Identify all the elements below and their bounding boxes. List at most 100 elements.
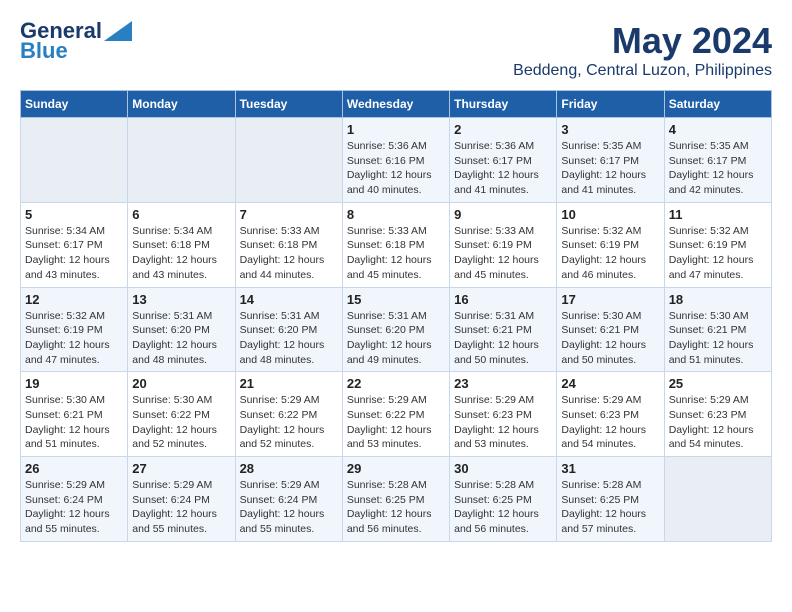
title-block: May 2024 Beddeng, Central Luzon, Philipp… [513,20,772,80]
logo: General Blue [20,20,132,62]
day-cell: 23 Sunrise: 5:29 AM Sunset: 6:23 PM Dayli… [450,372,557,457]
weekday-header-sunday: Sunday [21,91,128,118]
day-cell: 29 Sunrise: 5:28 AM Sunset: 6:25 PM Dayli… [342,457,449,542]
day-info: Sunrise: 5:31 AM Sunset: 6:20 PM Dayligh… [240,309,338,368]
weekday-header-thursday: Thursday [450,91,557,118]
day-number: 6 [132,207,230,222]
day-number: 21 [240,376,338,391]
day-number: 11 [669,207,767,222]
day-info: Sunrise: 5:29 AM Sunset: 6:24 PM Dayligh… [25,478,123,537]
day-info: Sunrise: 5:35 AM Sunset: 6:17 PM Dayligh… [669,139,767,198]
day-number: 12 [25,292,123,307]
day-cell: 16Sunrise: 5:31 AM Sunset: 6:21 PM Dayli… [450,287,557,372]
day-number: 14 [240,292,338,307]
day-cell: 14 Sunrise: 5:31 AM Sunset: 6:20 PM Dayli… [235,287,342,372]
day-cell: 21 Sunrise: 5:29 AM Sunset: 6:22 PM Dayli… [235,372,342,457]
day-number: 1 [347,122,445,137]
day-info: Sunrise: 5:30 AM Sunset: 6:22 PM Dayligh… [132,393,230,452]
day-number: 25 [669,376,767,391]
day-cell: 30Sunrise: 5:28 AM Sunset: 6:25 PM Dayli… [450,457,557,542]
day-cell [235,118,342,203]
day-cell: 1 Sunrise: 5:36 AM Sunset: 6:16 PM Daylig… [342,118,449,203]
day-number: 3 [561,122,659,137]
page-header: General Blue May 2024 Beddeng, Central L… [20,20,772,80]
day-number: 22 [347,376,445,391]
day-info: Sunrise: 5:36 AM Sunset: 6:17 PM Dayligh… [454,139,552,198]
day-info: Sunrise: 5:31 AM Sunset: 6:20 PM Dayligh… [347,309,445,368]
day-number: 26 [25,461,123,476]
day-number: 20 [132,376,230,391]
day-info: Sunrise: 5:33 AM Sunset: 6:19 PM Dayligh… [454,224,552,283]
day-cell: 25 Sunrise: 5:29 AM Sunset: 6:23 PM Dayli… [664,372,771,457]
day-cell: 8Sunrise: 5:33 AM Sunset: 6:18 PM Daylig… [342,202,449,287]
day-cell: 26 Sunrise: 5:29 AM Sunset: 6:24 PM Dayli… [21,457,128,542]
day-number: 7 [240,207,338,222]
day-number: 27 [132,461,230,476]
day-info: Sunrise: 5:28 AM Sunset: 6:25 PM Dayligh… [561,478,659,537]
day-cell: 4 Sunrise: 5:35 AM Sunset: 6:17 PM Daylig… [664,118,771,203]
day-cell: 13Sunrise: 5:31 AM Sunset: 6:20 PM Dayli… [128,287,235,372]
day-cell: 19 Sunrise: 5:30 AM Sunset: 6:21 PM Dayli… [21,372,128,457]
day-info: Sunrise: 5:32 AM Sunset: 6:19 PM Dayligh… [561,224,659,283]
day-info: Sunrise: 5:32 AM Sunset: 6:19 PM Dayligh… [669,224,767,283]
day-info: Sunrise: 5:36 AM Sunset: 6:16 PM Dayligh… [347,139,445,198]
logo-icon [104,21,132,41]
day-number: 8 [347,207,445,222]
day-info: Sunrise: 5:30 AM Sunset: 6:21 PM Dayligh… [25,393,123,452]
day-info: Sunrise: 5:29 AM Sunset: 6:22 PM Dayligh… [240,393,338,452]
weekday-header-wednesday: Wednesday [342,91,449,118]
day-cell: 24 Sunrise: 5:29 AM Sunset: 6:23 PM Dayli… [557,372,664,457]
day-cell: 20 Sunrise: 5:30 AM Sunset: 6:22 PM Dayli… [128,372,235,457]
day-info: Sunrise: 5:29 AM Sunset: 6:22 PM Dayligh… [347,393,445,452]
day-info: Sunrise: 5:34 AM Sunset: 6:17 PM Dayligh… [25,224,123,283]
weekday-header-saturday: Saturday [664,91,771,118]
day-info: Sunrise: 5:30 AM Sunset: 6:21 PM Dayligh… [561,309,659,368]
day-info: Sunrise: 5:29 AM Sunset: 6:23 PM Dayligh… [669,393,767,452]
day-cell: 2 Sunrise: 5:36 AM Sunset: 6:17 PM Daylig… [450,118,557,203]
day-cell: 10Sunrise: 5:32 AM Sunset: 6:19 PM Dayli… [557,202,664,287]
day-info: Sunrise: 5:28 AM Sunset: 6:25 PM Dayligh… [347,478,445,537]
day-number: 15 [347,292,445,307]
weekday-header-tuesday: Tuesday [235,91,342,118]
day-number: 18 [669,292,767,307]
weekday-header-monday: Monday [128,91,235,118]
calendar-body: 1 Sunrise: 5:36 AM Sunset: 6:16 PM Daylig… [21,118,772,542]
day-cell: 15 Sunrise: 5:31 AM Sunset: 6:20 PM Dayli… [342,287,449,372]
calendar-header: SundayMondayTuesdayWednesdayThursdayFrid… [21,91,772,118]
day-number: 4 [669,122,767,137]
day-number: 17 [561,292,659,307]
day-cell [664,457,771,542]
day-cell: 28Sunrise: 5:29 AM Sunset: 6:24 PM Dayli… [235,457,342,542]
calendar-table: SundayMondayTuesdayWednesdayThursdayFrid… [20,90,772,542]
day-number: 23 [454,376,552,391]
day-number: 19 [25,376,123,391]
day-cell: 5Sunrise: 5:34 AM Sunset: 6:17 PM Daylig… [21,202,128,287]
day-number: 9 [454,207,552,222]
logo-blue: Blue [20,40,68,62]
day-cell [128,118,235,203]
location-title: Beddeng, Central Luzon, Philippines [513,62,772,80]
day-number: 31 [561,461,659,476]
month-title: May 2024 [513,20,772,62]
day-cell [21,118,128,203]
day-cell: 12Sunrise: 5:32 AM Sunset: 6:19 PM Dayli… [21,287,128,372]
day-info: Sunrise: 5:30 AM Sunset: 6:21 PM Dayligh… [669,309,767,368]
week-row-4: 19 Sunrise: 5:30 AM Sunset: 6:21 PM Dayli… [21,372,772,457]
day-cell: 11 Sunrise: 5:32 AM Sunset: 6:19 PM Dayli… [664,202,771,287]
day-info: Sunrise: 5:29 AM Sunset: 6:24 PM Dayligh… [132,478,230,537]
day-cell: 17 Sunrise: 5:30 AM Sunset: 6:21 PM Dayli… [557,287,664,372]
week-row-2: 5Sunrise: 5:34 AM Sunset: 6:17 PM Daylig… [21,202,772,287]
day-number: 29 [347,461,445,476]
day-info: Sunrise: 5:33 AM Sunset: 6:18 PM Dayligh… [240,224,338,283]
day-cell: 18 Sunrise: 5:30 AM Sunset: 6:21 PM Dayli… [664,287,771,372]
day-info: Sunrise: 5:29 AM Sunset: 6:23 PM Dayligh… [454,393,552,452]
day-info: Sunrise: 5:29 AM Sunset: 6:24 PM Dayligh… [240,478,338,537]
day-info: Sunrise: 5:35 AM Sunset: 6:17 PM Dayligh… [561,139,659,198]
week-row-1: 1 Sunrise: 5:36 AM Sunset: 6:16 PM Daylig… [21,118,772,203]
day-number: 2 [454,122,552,137]
day-cell: 6Sunrise: 5:34 AM Sunset: 6:18 PM Daylig… [128,202,235,287]
day-info: Sunrise: 5:29 AM Sunset: 6:23 PM Dayligh… [561,393,659,452]
day-number: 24 [561,376,659,391]
day-number: 16 [454,292,552,307]
day-info: Sunrise: 5:31 AM Sunset: 6:20 PM Dayligh… [132,309,230,368]
